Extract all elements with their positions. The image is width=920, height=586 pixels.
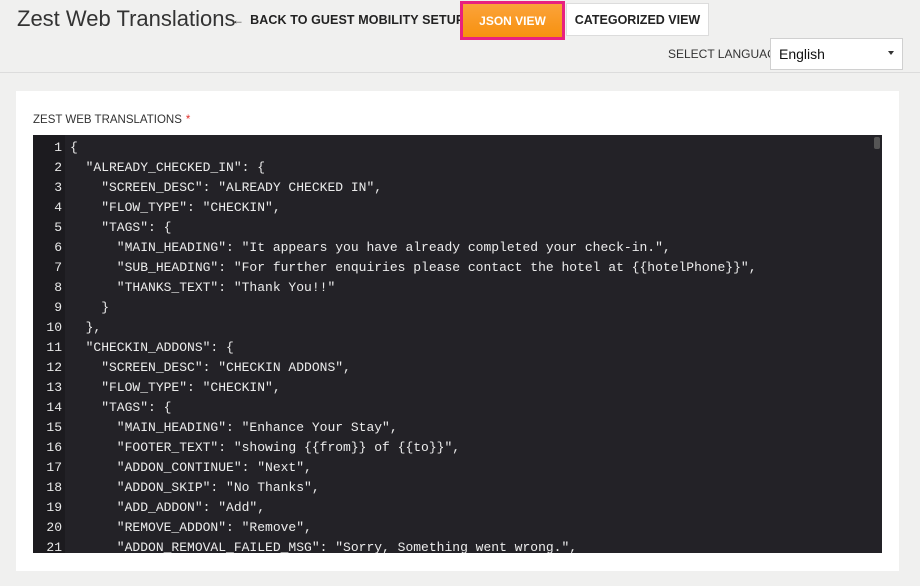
- code-line[interactable]: 2 "ALREADY_CHECKED_IN": {: [33, 158, 882, 178]
- line-number: 16: [46, 440, 62, 455]
- line-number: 1: [54, 140, 62, 155]
- code-line[interactable]: 18 "ADDON_SKIP": "No Thanks",: [33, 478, 882, 498]
- code-line[interactable]: 19 "ADD_ADDON": "Add",: [33, 498, 882, 518]
- line-number: 18: [46, 480, 62, 495]
- code-text: "ADDON_REMOVAL_FAILED_MSG": "Sorry, Some…: [70, 540, 578, 553]
- language-select-value: English: [779, 46, 825, 62]
- required-marker: *: [185, 114, 191, 126]
- line-number: 17: [46, 460, 62, 475]
- line-number: 20: [46, 520, 62, 535]
- code-text: "TAGS": {: [70, 400, 172, 415]
- code-text: "FLOW_TYPE": "CHECKIN",: [70, 380, 281, 395]
- code-text: "ALREADY_CHECKED_IN": {: [70, 160, 266, 175]
- code-text: "SCREEN_DESC": "ALREADY CHECKED IN",: [70, 180, 383, 195]
- code-line[interactable]: 9 }: [33, 298, 882, 318]
- code-line[interactable]: 10 },: [33, 318, 882, 338]
- code-line[interactable]: 6 "MAIN_HEADING": "It appears you have a…: [33, 238, 882, 258]
- field-label-text: ZEST WEB TRANSLATIONS: [33, 114, 182, 126]
- language-select[interactable]: English: [770, 38, 903, 70]
- select-language-label: SELECT LANGUAGE: [668, 47, 785, 61]
- line-number: 9: [54, 300, 62, 315]
- code-line[interactable]: 21 "ADDON_REMOVAL_FAILED_MSG": "Sorry, S…: [33, 538, 882, 553]
- json-code-editor[interactable]: 1{2 "ALREADY_CHECKED_IN": {3 "SCREEN_DES…: [33, 135, 882, 553]
- line-number: 12: [46, 360, 62, 375]
- code-line[interactable]: 11 "CHECKIN_ADDONS": {: [33, 338, 882, 358]
- code-text: "ADD_ADDON": "Add",: [70, 500, 266, 515]
- code-line[interactable]: 20 "REMOVE_ADDON": "Remove",: [33, 518, 882, 538]
- code-text: "MAIN_HEADING": "It appears you have alr…: [70, 240, 671, 255]
- line-number: 3: [54, 180, 62, 195]
- line-number: 14: [46, 400, 62, 415]
- field-label: ZEST WEB TRANSLATIONS *: [33, 114, 190, 126]
- code-line[interactable]: 12 "SCREEN_DESC": "CHECKIN ADDONS",: [33, 358, 882, 378]
- code-text: "THANKS_TEXT": "Thank You!!": [70, 280, 336, 295]
- code-text: },: [70, 320, 102, 335]
- code-text: "TAGS": {: [70, 220, 172, 235]
- code-text: "REMOVE_ADDON": "Remove",: [70, 520, 312, 535]
- code-line[interactable]: 15 "MAIN_HEADING": "Enhance Your Stay",: [33, 418, 882, 438]
- code-text: "FLOW_TYPE": "CHECKIN",: [70, 200, 281, 215]
- code-line[interactable]: 4 "FLOW_TYPE": "CHECKIN",: [33, 198, 882, 218]
- code-line[interactable]: 16 "FOOTER_TEXT": "showing {{from}} of {…: [33, 438, 882, 458]
- line-number: 13: [46, 380, 62, 395]
- page-title: Zest Web Translations: [17, 6, 236, 31]
- back-to-guest-mobility-link[interactable]: ← BACK TO GUEST MOBILITY SETUP: [232, 13, 464, 27]
- line-number: 7: [54, 260, 62, 275]
- line-number: 2: [54, 160, 62, 175]
- top-header: Zest Web Translations ← BACK TO GUEST MOB…: [0, 0, 920, 73]
- line-number: 5: [54, 220, 62, 235]
- code-line[interactable]: 17 "ADDON_CONTINUE": "Next",: [33, 458, 882, 478]
- code-text: {: [70, 140, 78, 155]
- json-view-button[interactable]: JSON VIEW: [460, 1, 565, 40]
- code-line[interactable]: 3 "SCREEN_DESC": "ALREADY CHECKED IN",: [33, 178, 882, 198]
- line-number: 8: [54, 280, 62, 295]
- line-number: 10: [46, 320, 62, 335]
- code-line[interactable]: 1{: [33, 138, 882, 158]
- page-bottom: [0, 571, 920, 586]
- code-line[interactable]: 13 "FLOW_TYPE": "CHECKIN",: [33, 378, 882, 398]
- caret-down-icon: [888, 51, 894, 55]
- line-number: 11: [46, 340, 62, 355]
- code-text: }: [70, 300, 110, 315]
- translations-panel: ZEST WEB TRANSLATIONS * 1{2 "ALREADY_CHEC…: [16, 91, 899, 571]
- code-line[interactable]: 7 "SUB_HEADING": "For further enquiries …: [33, 258, 882, 278]
- back-link-label: BACK TO GUEST MOBILITY SETUP: [250, 13, 465, 27]
- line-number: 19: [46, 500, 62, 515]
- code-text: "MAIN_HEADING": "Enhance Your Stay",: [70, 420, 398, 435]
- code-text: "ADDON_CONTINUE": "Next",: [70, 460, 312, 475]
- line-number: 4: [54, 200, 62, 215]
- code-line[interactable]: 8 "THANKS_TEXT": "Thank You!!": [33, 278, 882, 298]
- line-number: 21: [46, 540, 62, 553]
- arrow-left-icon: ←: [232, 13, 245, 27]
- line-number: 15: [46, 420, 62, 435]
- json-view-label: JSON VIEW: [463, 4, 562, 37]
- code-text: "CHECKIN_ADDONS": {: [70, 340, 234, 355]
- code-line[interactable]: 5 "TAGS": {: [33, 218, 882, 238]
- code-line[interactable]: 14 "TAGS": {: [33, 398, 882, 418]
- code-text: "SUB_HEADING": "For further enquiries pl…: [70, 260, 757, 275]
- code-text: "FOOTER_TEXT": "showing {{from}} of {{to…: [70, 440, 461, 455]
- code-text: "ADDON_SKIP": "No Thanks",: [70, 480, 320, 495]
- line-number: 6: [54, 240, 62, 255]
- categorized-view-button[interactable]: CATEGORIZED VIEW: [566, 3, 709, 36]
- code-text: "SCREEN_DESC": "CHECKIN ADDONS",: [70, 360, 351, 375]
